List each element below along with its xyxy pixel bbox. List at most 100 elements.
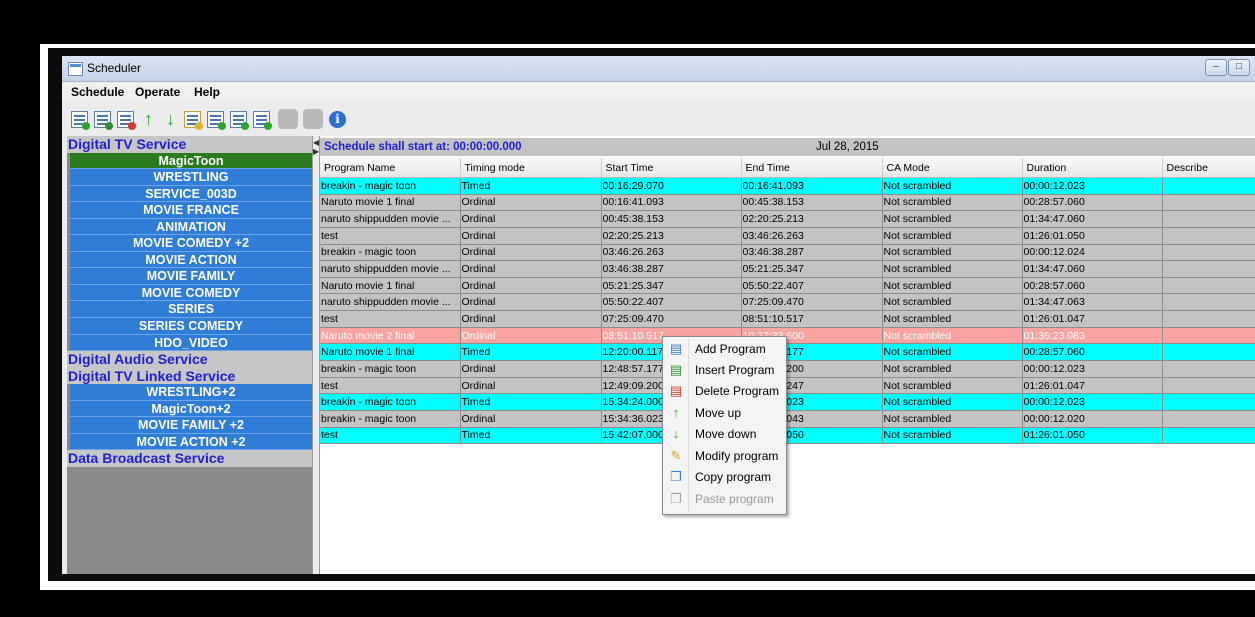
context-insert-program[interactable]: ▤ Insert Program — [663, 360, 786, 381]
column-header[interactable]: Duration — [1022, 158, 1163, 178]
service-item-wrestling-2[interactable]: WRESTLING+2 — [70, 384, 312, 401]
menu-help[interactable]: Help — [194, 85, 220, 99]
section-digital-tv-linked-service[interactable]: Digital TV Linked Service — [67, 367, 312, 385]
table-row[interactable]: test Ordinal 07:25:09.470 08:51:10.517 Not s… — [320, 310, 1255, 328]
column-header[interactable]: CA Mode — [882, 158, 1023, 178]
copy-icon[interactable] — [278, 109, 298, 129]
program-name-cell: breakin - magic toon — [320, 393, 461, 411]
timing-mode-cell: Timed — [460, 393, 602, 411]
context-move-up[interactable]: ↑ Move up — [663, 403, 786, 424]
ca-mode-cell: Not scrambled — [882, 410, 1023, 428]
describe-cell — [1162, 227, 1255, 245]
table-row[interactable]: Naruto movie 1 final Ordinal 05:21:25.347 0… — [320, 277, 1255, 295]
end-time-cell: 08:51:10.517 — [741, 310, 883, 328]
table-row[interactable]: naruto shippudden movie ... Ordinal 05:50:… — [320, 293, 1255, 312]
scheduler-window: Scheduler – □ Schedule Operate Help ↑ ↓ … — [62, 56, 1255, 574]
column-header[interactable]: Start Time — [601, 158, 742, 178]
table-row[interactable]: breakin - magic toon Ordinal 03:46:26.263 0… — [320, 244, 1255, 262]
start-time-cell: 00:16:29.070 — [601, 177, 742, 195]
table-row[interactable]: Naruto movie 2 finalOrdinal08:51:10.5171… — [320, 327, 1255, 345]
table-row[interactable]: Naruto movie 1 finalTimed12:20:00.11712:… — [320, 343, 1255, 362]
service-item-movie-action-2[interactable]: MOVIE ACTION +2 — [70, 433, 312, 451]
modify-program-icon[interactable] — [184, 111, 203, 130]
table-row[interactable]: naruto shippudden movie ... Ordinal 03:46:… — [320, 260, 1255, 278]
start-time-cell: 00:45:38.153 — [601, 210, 742, 228]
table-row[interactable]: breakin - magic toonOrdinal15:34:36.0231… — [320, 410, 1255, 428]
service-item-movie-family-2[interactable]: MOVIE FAMILY +2 — [70, 417, 312, 434]
paste-icon[interactable] — [303, 109, 323, 129]
context-item-label: Move up — [695, 406, 742, 420]
insert-program-icon[interactable] — [94, 111, 113, 130]
describe-cell — [1162, 210, 1255, 228]
context-delete-program[interactable]: ▤ Delete Program — [663, 381, 786, 402]
import-icon[interactable] — [253, 111, 272, 130]
service-item-wrestling[interactable]: WRESTLING — [70, 169, 312, 186]
describe-cell — [1162, 393, 1255, 411]
timing-mode-cell: Ordinal — [460, 210, 602, 228]
ca-mode-cell: Not scrambled — [882, 293, 1023, 312]
service-item-series[interactable]: SERIES — [70, 301, 312, 319]
ca-mode-cell: Not scrambled — [882, 427, 1023, 445]
delete-program-icon[interactable] — [117, 111, 136, 130]
section-digital-tv-service[interactable]: Digital TV Service — [67, 136, 312, 153]
program-name-cell: breakin - magic toon — [320, 177, 461, 195]
column-header[interactable]: Describe — [1162, 158, 1255, 178]
program-name-cell: Naruto movie 2 final — [320, 327, 461, 345]
table-row[interactable]: testOrdinal12:49:09.20014:15:10.247Not s… — [320, 377, 1255, 395]
service-item-magictoon[interactable]: MagicToon — [70, 152, 312, 170]
program-name-cell: breakin - magic toon — [320, 410, 461, 428]
export-icon[interactable] — [230, 111, 249, 130]
context-copy-program[interactable]: ❐ Copy program — [663, 467, 786, 488]
service-item-series-comedy[interactable]: SERIES COMEDY — [70, 318, 312, 335]
context-modify-program[interactable]: ✎ Modify program — [663, 446, 786, 467]
context-add-program[interactable]: ▤ Add Program — [663, 339, 786, 360]
toolbar: ↑ ↓ i — [62, 104, 1255, 134]
menu-operate[interactable]: Operate — [135, 85, 180, 99]
play-icon[interactable] — [207, 111, 226, 130]
ca-mode-cell: Not scrambled — [882, 310, 1023, 328]
schedule-date[interactable]: Jul 28, 2015 — [816, 141, 879, 153]
pane-splitter[interactable]: ◀ ▶ — [312, 136, 320, 574]
service-item-magictoon-2[interactable]: MagicToon+2 — [70, 400, 312, 418]
table-row[interactable]: naruto shippudden movie ... Ordinal 00:45:… — [320, 210, 1255, 228]
program-name-cell: test — [320, 377, 461, 395]
program-name-cell: breakin - magic toon — [320, 244, 461, 262]
service-item-movie-action[interactable]: MOVIE ACTION — [70, 251, 312, 269]
table-row[interactable]: breakin - magic toon Timed 00:16:29.070 00:… — [320, 177, 1255, 195]
describe-cell — [1162, 177, 1255, 195]
table-row[interactable]: test Ordinal 02:20:25.213 03:46:26.263 Not s… — [320, 227, 1255, 245]
column-header[interactable]: End Time — [741, 158, 883, 178]
service-item-service-003d[interactable]: SERVICE_003D — [70, 185, 312, 203]
table-row[interactable]: breakin - magic toonOrdinal12:48:57.1771… — [320, 360, 1255, 378]
expand-right-icon[interactable]: ▶ — [313, 147, 319, 156]
context-move-down[interactable]: ↓ Move down — [663, 424, 786, 445]
service-item-movie-comedy-2[interactable]: MOVIE COMEDY +2 — [70, 235, 312, 252]
info-icon[interactable]: i — [329, 111, 346, 128]
collapse-left-icon[interactable]: ◀ — [313, 138, 319, 147]
context-paste-program: ❐ Paste program — [663, 489, 786, 510]
timing-mode-cell: Ordinal — [460, 244, 602, 262]
add-program-icon[interactable] — [71, 111, 90, 130]
table-row[interactable]: testTimed15:42:07.00017:08:08.050Not scr… — [320, 427, 1255, 445]
section-data-broadcast-service[interactable]: Data Broadcast Service — [67, 450, 312, 467]
service-item-movie-family[interactable]: MOVIE FAMILY — [70, 268, 312, 285]
service-item-animation[interactable]: ANIMATION — [70, 218, 312, 236]
program-name-cell: Naruto movie 1 final — [320, 194, 461, 212]
end-time-cell: 00:45:38.153 — [741, 194, 883, 212]
duration-cell: 00:00:12.020 — [1022, 410, 1163, 428]
ca-mode-cell: Not scrambled — [882, 194, 1023, 212]
program-name-cell: Naruto movie 1 final — [320, 343, 461, 362]
table-row[interactable]: breakin - magic toonTimed15:34:24.00015:… — [320, 393, 1255, 411]
section-digital-audio-service[interactable]: Digital Audio Service — [67, 351, 312, 368]
service-item-movie-france[interactable]: MOVIE FRANCE — [70, 202, 312, 219]
move-up-icon[interactable]: ↑ — [140, 110, 157, 128]
menu-schedule[interactable]: Schedule — [71, 85, 124, 99]
service-item-movie-comedy[interactable]: MOVIE COMEDY — [70, 284, 312, 302]
column-header[interactable]: Timing mode — [460, 158, 602, 178]
move-down-icon[interactable]: ↓ — [162, 110, 179, 128]
column-header[interactable]: Program Name — [320, 158, 461, 178]
service-item-hdo-video[interactable]: HDO_VIDEO — [70, 334, 312, 352]
table-row[interactable]: Naruto movie 1 final Ordinal 00:16:41.093 0… — [320, 194, 1255, 212]
maximize-icon[interactable]: □ — [1228, 59, 1250, 76]
minimize-icon[interactable]: – — [1205, 59, 1227, 76]
